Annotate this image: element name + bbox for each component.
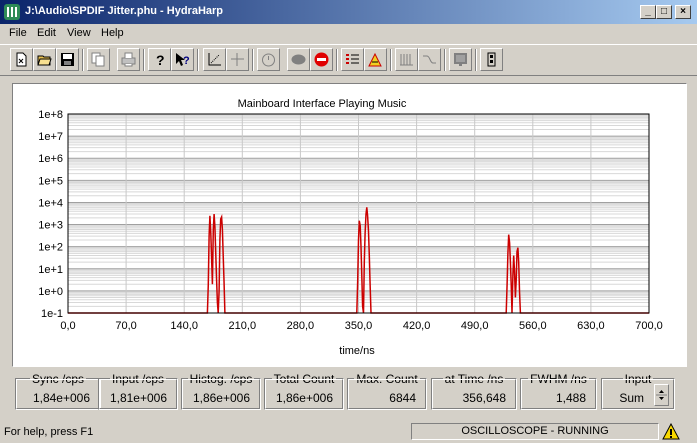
y-tick-label: 1e+1	[38, 264, 63, 276]
peak-icon[interactable]	[364, 48, 387, 71]
x-tick-label: 630,0	[577, 320, 605, 332]
menu-help[interactable]: Help	[101, 27, 124, 39]
histogram-chart: Mainboard Interface Playing Music time/n…	[38, 98, 663, 357]
title-bar: J:\Audio\SPDIF Jitter.phu - HydraHarp _ …	[0, 0, 697, 24]
channel-select-icon[interactable]	[395, 48, 418, 71]
y-tick-label: 1e-1	[41, 308, 63, 320]
y-tick-label: 1e+3	[38, 220, 63, 232]
y-tick-label: 1e+8	[38, 109, 63, 121]
y-tick-label: 1e+0	[38, 286, 63, 298]
max-count-label: Max. Count	[354, 372, 420, 386]
sync-rate-label: Sync /cps	[29, 372, 87, 386]
svg-text:?: ?	[183, 55, 190, 67]
histogram-rate-box: Histog. /cps 1,86e+006	[181, 372, 261, 410]
list-settings-icon[interactable]	[341, 48, 364, 71]
histogram-rate-value: 1,86e+006	[192, 391, 250, 405]
maximize-button[interactable]: □	[656, 5, 672, 19]
input-select-value: Sum	[619, 391, 644, 405]
at-time-label: at Time /ns	[442, 372, 506, 386]
stop-icon[interactable]	[310, 48, 333, 71]
statistics-panel: Sync /cps 1,84e+006 Input /cps 1,81e+006…	[0, 371, 697, 415]
x-tick-label: 210,0	[229, 320, 257, 332]
x-tick-label: 560,0	[519, 320, 547, 332]
input-spinner[interactable]	[654, 384, 669, 406]
input-rate-label: Input /cps	[109, 372, 167, 386]
status-help-text: For help, press F1	[4, 426, 94, 438]
x-tick-label: 350,0	[345, 320, 373, 332]
svg-text:?: ?	[156, 52, 165, 67]
x-tick-label: 490,0	[461, 320, 489, 332]
total-count-value: 1,86e+006	[275, 391, 333, 405]
spinner-arrows-icon	[656, 390, 667, 400]
total-count-box: Total Count 1,86e+006	[264, 372, 344, 410]
fwhm-box: FWHM /ns 1,488	[520, 372, 597, 410]
menu-bar: File Edit View Help	[0, 24, 697, 43]
menu-view[interactable]: View	[67, 27, 91, 39]
x-tick-label: 140,0	[170, 320, 198, 332]
save-icon[interactable]	[56, 48, 79, 71]
x-tick-label: 70,0	[115, 320, 136, 332]
at-time-box: at Time /ns 356,648	[431, 372, 517, 410]
warning-icon	[662, 423, 680, 440]
input-rate-box: Input /cps 1,81e+006	[98, 372, 178, 410]
y-tick-label: 1e+6	[38, 153, 63, 165]
record-icon[interactable]	[287, 48, 310, 71]
app-icon	[4, 4, 20, 20]
status-mode: OSCILLOSCOPE - RUNNING	[411, 423, 659, 440]
timer-icon[interactable]	[257, 48, 280, 71]
context-help-icon[interactable]: ?	[171, 48, 194, 71]
display-icon[interactable]	[449, 48, 472, 71]
close-button[interactable]: ×	[675, 5, 691, 19]
fwhm-value: 1,488	[555, 391, 586, 405]
toolbar: ? ?	[0, 44, 697, 76]
histogram-rate-label: Histog. /cps	[187, 372, 255, 386]
y-tick-label: 1e+4	[38, 197, 63, 209]
total-count-label: Total Count	[271, 372, 337, 386]
x-tick-label: 280,0	[287, 320, 315, 332]
x-tick-label: 0,0	[60, 320, 75, 332]
fwhm-label: FWHM /ns	[528, 372, 589, 386]
sync-rate-value: 1,84e+006	[32, 391, 90, 405]
y-tick-label: 1e+2	[38, 242, 63, 254]
histogram-chart-panel: Mainboard Interface Playing Music time/n…	[12, 83, 687, 367]
crosshair-icon[interactable]	[226, 48, 249, 71]
max-count-value: 6844	[389, 391, 416, 405]
status-bar: For help, press F1 OSCILLOSCOPE - RUNNIN…	[0, 421, 697, 443]
input-rate-value: 1,81e+006	[109, 391, 167, 405]
device-info-icon[interactable]	[480, 48, 503, 71]
input-select-box: Input Sum	[601, 372, 675, 410]
y-tick-label: 1e+5	[38, 175, 63, 187]
copy-icon[interactable]	[87, 48, 110, 71]
x-tick-label: 420,0	[403, 320, 431, 332]
help-icon[interactable]: ?	[148, 48, 171, 71]
chart-title: Mainboard Interface Playing Music	[238, 98, 407, 110]
open-folder-icon[interactable]	[33, 48, 56, 71]
menu-edit[interactable]: Edit	[37, 27, 56, 39]
x-axis-label: time/ns	[339, 345, 375, 357]
max-count-box: Max. Count 6844	[347, 372, 427, 410]
y-tick-label: 1e+7	[38, 131, 63, 143]
sync-rate-box: Sync /cps 1,84e+006	[15, 372, 101, 410]
new-file-icon[interactable]	[10, 48, 33, 71]
minimize-button[interactable]: _	[640, 5, 656, 19]
menu-file[interactable]: File	[9, 27, 27, 39]
print-icon[interactable]	[117, 48, 140, 71]
x-tick-label: 700,0	[635, 320, 663, 332]
at-time-value: 356,648	[462, 391, 506, 405]
input-select-label: Input	[622, 372, 654, 386]
window-title: J:\Audio\SPDIF Jitter.phu - HydraHarp	[25, 5, 224, 17]
waveform-icon[interactable]	[418, 48, 441, 71]
axis-range-icon[interactable]	[203, 48, 226, 71]
